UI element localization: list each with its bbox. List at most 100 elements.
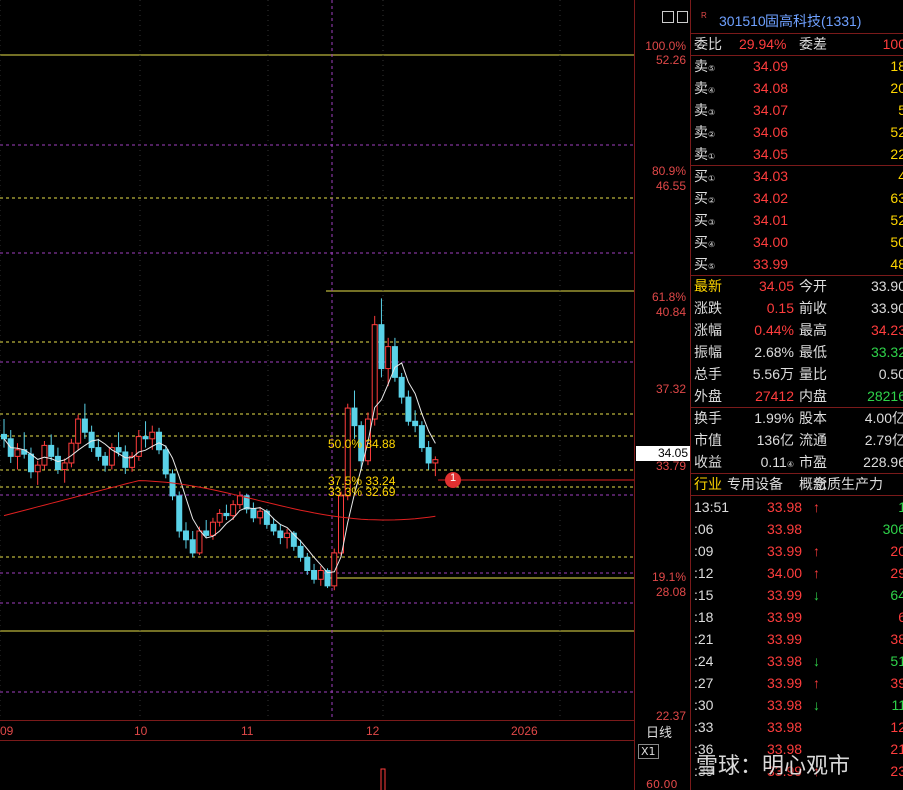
tick-row[interactable]: :12 34.00 ↑ 29 bbox=[691, 562, 903, 584]
candle-body bbox=[230, 504, 237, 517]
quote-row[interactable]: 外盘 27412 内盘 28216 bbox=[691, 385, 903, 407]
tick-row[interactable]: :06 33.98 306 bbox=[691, 518, 903, 540]
quote-label: 最低 bbox=[799, 344, 827, 360]
tick-volume: 1 bbox=[898, 496, 903, 518]
quote-value: 33.90 bbox=[870, 300, 903, 316]
order-diff-value: 100 bbox=[882, 36, 903, 52]
bid-volume: 4 bbox=[898, 165, 903, 187]
order-ratio-row[interactable]: 委比 29.94% 委差 100 bbox=[691, 33, 903, 55]
order-ratio-value: 29.94% bbox=[739, 36, 787, 52]
candle-body bbox=[189, 539, 196, 554]
tick-volume: 51 bbox=[890, 653, 903, 669]
axis-pct-label: 80.9% bbox=[651, 164, 686, 178]
quote-row[interactable]: 涨幅 0.44% 最高 34.23 bbox=[691, 319, 903, 341]
candle-body bbox=[270, 523, 277, 532]
watermark: 雪球：明心观市 bbox=[696, 754, 851, 779]
tick-row[interactable]: 13:51 33.98 ↑ 1 bbox=[691, 496, 903, 518]
tick-volume: 20 bbox=[890, 543, 903, 559]
tick-time: :27 bbox=[694, 675, 714, 691]
volume-chart bbox=[380, 768, 386, 790]
quote-value: 34.05 bbox=[758, 278, 794, 294]
restore-icon[interactable] bbox=[677, 11, 688, 23]
bid-row[interactable]: 买④34.0050 bbox=[691, 231, 903, 253]
bid-row[interactable]: 买②34.0263 bbox=[691, 187, 903, 209]
ask-row[interactable]: 卖④34.0820 bbox=[691, 77, 903, 99]
fundamental-value: 136亿 bbox=[756, 432, 794, 448]
fundamental-row[interactable]: 换手 1.99% 股本 4.00亿 bbox=[691, 407, 903, 429]
candle-body bbox=[54, 455, 61, 471]
tick-row[interactable]: :27 33.99 ↑ 39 bbox=[691, 672, 903, 694]
ask-row[interactable]: 卖③34.075 bbox=[691, 99, 903, 121]
bid-row[interactable]: 买⑤33.9948 bbox=[691, 253, 903, 275]
bid-level: ⑤ bbox=[708, 262, 716, 271]
fundamental-label: 流通 bbox=[799, 432, 827, 448]
ask-level: ② bbox=[708, 130, 716, 139]
ask-row[interactable]: 卖①34.0522 bbox=[691, 143, 903, 165]
fundamental-row[interactable]: 收益 0.11④ 市盈 228.96 bbox=[691, 451, 903, 473]
candle-body bbox=[311, 569, 318, 580]
bid-price: 34.00 bbox=[753, 234, 789, 250]
bid-level: ④ bbox=[708, 240, 716, 249]
kline-chart-area[interactable]: 50.0% 34.88 37.5% 33.24 33.3% 32.69 1 bbox=[0, 0, 634, 720]
date-label: 09 bbox=[0, 724, 14, 738]
tick-row[interactable]: :15 33.99 ↓ 64 bbox=[691, 584, 903, 606]
volume-area[interactable] bbox=[0, 740, 634, 790]
quote-row[interactable]: 总手 5.56万量比 0.50 bbox=[691, 363, 903, 385]
candle-body bbox=[425, 447, 432, 464]
tick-price: 33.98 bbox=[767, 499, 803, 515]
candle-body bbox=[297, 545, 304, 558]
tick-row[interactable]: :09 33.99 ↑ 20 bbox=[691, 540, 903, 562]
marker-number[interactable]: 1 bbox=[447, 472, 459, 484]
tick-time: :12 bbox=[694, 565, 714, 581]
tick-row[interactable]: :24 33.98 ↓ 51 bbox=[691, 650, 903, 672]
quote-value: 33.90 bbox=[870, 278, 903, 294]
bid-row[interactable]: 买①34.034 bbox=[691, 165, 903, 187]
candle-body bbox=[351, 407, 358, 427]
fib-value: 32.69 bbox=[362, 485, 396, 499]
tick-row[interactable]: :21 33.99 38 bbox=[691, 628, 903, 650]
ask-price: 34.06 bbox=[753, 124, 789, 140]
multiplier-button[interactable]: X1 bbox=[638, 744, 659, 759]
ma5-line bbox=[3, 362, 436, 574]
tick-time: :24 bbox=[694, 653, 714, 669]
quote-label: 总手 bbox=[694, 366, 722, 382]
tick-price: 33.99 bbox=[767, 543, 803, 559]
tick-time: :09 bbox=[694, 543, 714, 559]
quote-row[interactable]: 涨跌 0.15 前收 33.90 bbox=[691, 297, 903, 319]
candle-body bbox=[115, 447, 122, 453]
quote-row[interactable]: 最新 34.05 今开 33.90 bbox=[691, 275, 903, 297]
fundamental-value: 4.00亿 bbox=[864, 410, 903, 426]
fundamental-sub: ④ bbox=[786, 460, 794, 469]
quote-row[interactable]: 振幅 2.68% 最低 33.32 bbox=[691, 341, 903, 363]
tick-row[interactable]: :33 33.98 12 bbox=[691, 716, 903, 738]
candle-body bbox=[176, 495, 183, 532]
stock-header[interactable]: R 301510 固高科技(1331) bbox=[691, 10, 903, 32]
ask-row[interactable]: 卖⑤34.0918 bbox=[691, 55, 903, 77]
bid-row[interactable]: 买③34.0152 bbox=[691, 209, 903, 231]
candle-body bbox=[48, 444, 55, 457]
tick-volume: 21 bbox=[890, 741, 903, 757]
quote-label: 量比 bbox=[799, 366, 827, 382]
tick-price: 33.99 bbox=[767, 609, 803, 625]
candle-body bbox=[142, 436, 149, 440]
bid-volume: 48 bbox=[890, 256, 903, 272]
quote-label: 涨幅 bbox=[694, 322, 722, 338]
tick-volume: 6 bbox=[898, 606, 903, 628]
candle-body bbox=[378, 324, 385, 370]
candle-body bbox=[34, 464, 41, 473]
period-label[interactable]: 日线 bbox=[646, 722, 672, 741]
maximize-icon[interactable] bbox=[662, 11, 674, 23]
ask-row[interactable]: 卖②34.0652 bbox=[691, 121, 903, 143]
candle-body bbox=[122, 451, 129, 468]
fundamental-row[interactable]: 市值 136亿 流通 2.79亿 bbox=[691, 429, 903, 451]
candle-body bbox=[338, 495, 344, 554]
quote-value: 28216 bbox=[867, 388, 903, 404]
candle-body bbox=[68, 442, 75, 464]
tick-volume: 23 bbox=[890, 763, 903, 779]
tick-row[interactable]: :18 33.99 6 bbox=[691, 606, 903, 628]
industry-row[interactable]: 行业 专用设备 概念 新质生产力 bbox=[691, 473, 903, 495]
tick-row[interactable]: :30 33.98 ↓ 11 bbox=[691, 694, 903, 716]
quote-label: 涨跌 bbox=[694, 300, 722, 316]
volume-bar bbox=[380, 768, 386, 790]
tick-arrow: ↑ bbox=[813, 499, 820, 515]
